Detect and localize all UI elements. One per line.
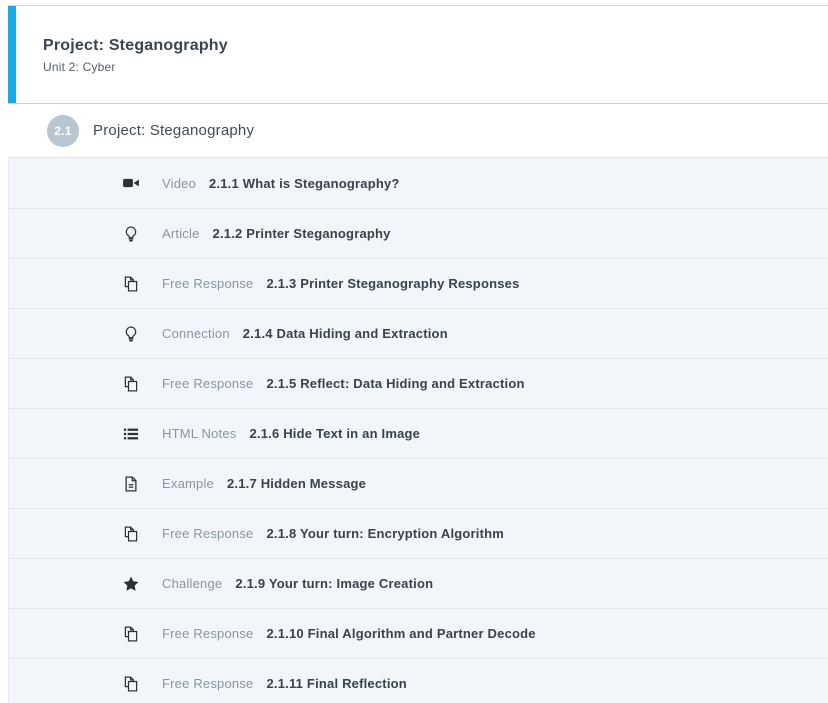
assignment-row[interactable]: Free Response 2.1.10 Final Algorithm and… <box>9 608 828 658</box>
copy-icon <box>122 525 140 543</box>
assignment-row[interactable]: Free Response 2.1.3 Printer Steganograph… <box>9 258 828 308</box>
lightbulb-icon <box>122 225 140 243</box>
lesson-title: Project: Steganography <box>43 36 828 56</box>
item-title: 2.1.11 Final Reflection <box>266 676 406 691</box>
item-type-label: Example <box>162 476 214 491</box>
unit-breadcrumb: Unit 2: Cyber <box>43 60 828 74</box>
item-title: 2.1.7 Hidden Message <box>227 476 366 491</box>
item-type-label: HTML Notes <box>162 426 236 441</box>
copy-icon <box>122 375 140 393</box>
item-title: 2.1.5 Reflect: Data Hiding and Extractio… <box>266 376 524 391</box>
accent-bar <box>8 6 16 103</box>
item-type-label: Free Response <box>162 626 253 641</box>
item-type-label: Free Response <box>162 526 253 541</box>
item-title: 2.1.4 Data Hiding and Extraction <box>243 326 448 341</box>
item-title: 2.1.9 Your turn: Image Creation <box>235 576 433 591</box>
assignment-row[interactable]: Article 2.1.2 Printer Steganography <box>9 208 828 258</box>
video-icon <box>122 174 140 192</box>
lesson-panel: Project: Steganography Unit 2: Cyber 2.1… <box>0 0 828 703</box>
copy-icon <box>122 675 140 693</box>
item-type-label: Free Response <box>162 676 253 691</box>
section-badge: 2.1 <box>47 115 79 147</box>
assignment-row[interactable]: HTML Notes 2.1.6 Hide Text in an Image <box>9 408 828 458</box>
item-type-label: Connection <box>162 326 230 341</box>
assignment-list: Video 2.1.1 What is Steganography? Artic… <box>8 157 828 703</box>
lesson-header: Project: Steganography Unit 2: Cyber <box>8 6 828 104</box>
assignment-row[interactable]: Free Response 2.1.5 Reflect: Data Hiding… <box>9 358 828 408</box>
assignment-row[interactable]: Connection 2.1.4 Data Hiding and Extract… <box>9 308 828 358</box>
star-icon <box>122 575 140 593</box>
copy-icon <box>122 275 140 293</box>
document-icon <box>122 475 140 493</box>
item-type-label: Video <box>162 176 196 191</box>
item-type-label: Free Response <box>162 276 253 291</box>
assignment-row[interactable]: Example 2.1.7 Hidden Message <box>9 458 828 508</box>
item-title: 2.1.10 Final Algorithm and Partner Decod… <box>266 626 535 641</box>
item-type-label: Challenge <box>162 576 222 591</box>
item-title: 2.1.1 What is Steganography? <box>209 176 400 191</box>
item-title: 2.1.8 Your turn: Encryption Algorithm <box>266 526 504 541</box>
lightbulb-icon <box>122 325 140 343</box>
assignment-row[interactable]: Challenge 2.1.9 Your turn: Image Creatio… <box>9 558 828 608</box>
section-title: Project: Steganography <box>93 122 254 139</box>
copy-icon <box>122 625 140 643</box>
list-icon <box>122 425 140 443</box>
item-title: 2.1.2 Printer Steganography <box>213 226 391 241</box>
assignment-row[interactable]: Free Response 2.1.8 Your turn: Encryptio… <box>9 508 828 558</box>
item-title: 2.1.3 Printer Steganography Responses <box>266 276 519 291</box>
item-type-label: Free Response <box>162 376 253 391</box>
item-title: 2.1.6 Hide Text in an Image <box>249 426 420 441</box>
item-type-label: Article <box>162 226 200 241</box>
section-header-row[interactable]: 2.1 Project: Steganography <box>8 104 828 157</box>
assignment-row[interactable]: Video 2.1.1 What is Steganography? <box>9 158 828 208</box>
assignment-row[interactable]: Free Response 2.1.11 Final Reflection <box>9 658 828 703</box>
